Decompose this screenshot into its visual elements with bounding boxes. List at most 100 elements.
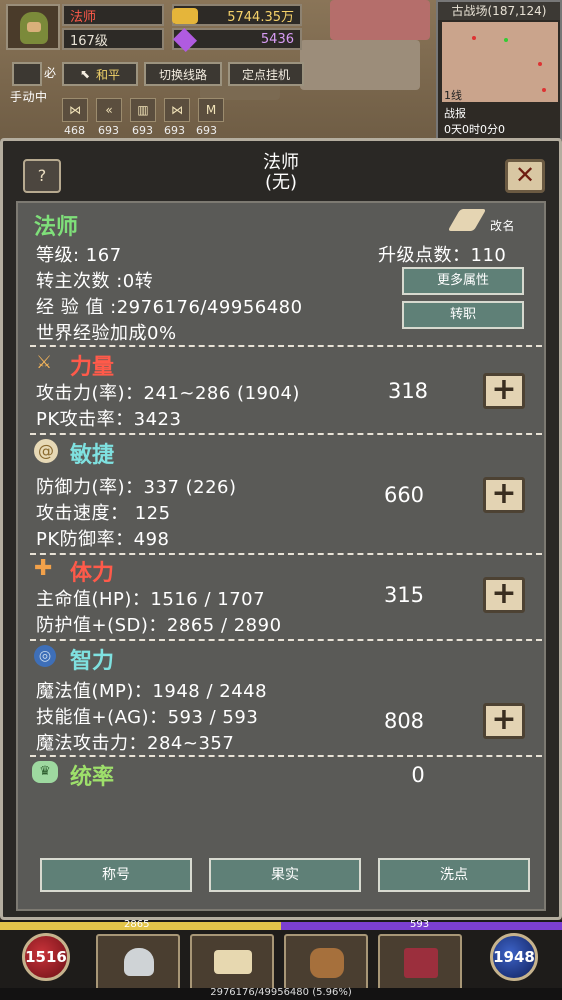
strength-title: 力量 (70, 355, 115, 380)
helmet-icon (124, 948, 154, 976)
divider (30, 345, 542, 347)
sd-bar-value: 2865 (124, 919, 150, 930)
manual-status: 手动中 (10, 90, 48, 104)
book-icon (404, 948, 438, 978)
rebirth-count: 转主次数 :0转 (36, 271, 154, 292)
gem-amount: 5436 (260, 31, 294, 47)
minimap[interactable]: 古战场(187,124) 1线 战报 0天0时0分0 (436, 0, 562, 140)
upgrade-points: 升级点数：110 (378, 245, 507, 266)
mp-stat: 魔法值(MP)：1948 / 2448 (36, 681, 268, 702)
add-intelligence-button[interactable]: + (483, 703, 525, 739)
reset-points-button[interactable]: 洗点 (378, 858, 530, 892)
ag-bar-value: 593 (410, 919, 430, 930)
class-name: 法师 (34, 215, 79, 240)
add-strength-button[interactable]: + (483, 373, 525, 409)
skill-count: 693 (196, 124, 217, 137)
leadership-icon: ♛ (32, 761, 58, 783)
intelligence-value: 808 (383, 709, 425, 733)
player-avatar[interactable] (6, 4, 60, 50)
panel-title: 法师 (无) (13, 153, 549, 193)
ag-stat: 技能值+(AG)：593 / 593 (36, 707, 259, 728)
stamina-value: 315 (383, 583, 425, 607)
heart-icon: ✚ (34, 556, 53, 581)
attack-stat: 攻击力(率)：241~286 (1904) (36, 383, 300, 404)
menu-glyph: 必 (44, 66, 57, 80)
defense-stat: 防御力(率)：337 (226) (36, 477, 237, 498)
character-panel: ? 法师 (无) ✕ 法师 改名 等级: 167 升级点数：110 转主次数 :… (0, 138, 562, 920)
divider (30, 755, 542, 757)
skill-slot-2[interactable]: « (96, 98, 122, 122)
rename-button[interactable]: 改名 (490, 217, 515, 234)
fruit-button[interactable]: 果实 (209, 858, 361, 892)
exp-bar-text: 2976176/49956480 (5.96%) (210, 987, 352, 998)
equipment-slot[interactable] (96, 934, 180, 992)
skill-slot-5[interactable]: Ⅿ (198, 98, 224, 122)
more-attributes-button[interactable]: 更多属性 (402, 267, 524, 295)
switch-line-button[interactable]: 切换线路 (144, 62, 222, 86)
swirl-icon: @ (34, 439, 58, 463)
magic-attack-stat: 魔法攻击力：284~357 (36, 733, 235, 754)
level-line: 等级: 167 (36, 245, 122, 266)
gem-box: 5436 (172, 27, 302, 53)
stats-area: 法师 改名 等级: 167 升级点数：110 转主次数 :0转 经 验 值 :2… (16, 201, 546, 911)
agility-title: 敏捷 (70, 443, 115, 468)
map-marker (538, 62, 542, 66)
panel-header: ? 法师 (无) ✕ (13, 149, 549, 209)
minimap-timer: 0天0时0分0 (438, 122, 560, 138)
cursor-icon: ⬉ (79, 67, 91, 81)
minimap-line: 1线 (444, 89, 462, 102)
magic-icon: ◎ (34, 645, 56, 667)
add-agility-button[interactable]: + (483, 477, 525, 513)
strength-value: 318 (387, 379, 429, 403)
skill-count: 693 (132, 124, 153, 137)
agility-value: 660 (383, 483, 425, 507)
panel-title-sub: (无) (264, 172, 298, 193)
map-marker (472, 36, 476, 40)
battle-report-button[interactable]: 战报 (438, 106, 560, 122)
player-name: 法师 (70, 9, 97, 25)
skill-slot-1[interactable]: ⋈ (62, 98, 88, 122)
skill-slot-3[interactable]: ▥ (130, 98, 156, 122)
gem-icon (172, 27, 198, 53)
player-level: 167级 (70, 33, 108, 49)
attack-speed-stat: 攻击速度： 125 (36, 503, 171, 524)
gold-icon (172, 8, 198, 24)
add-stamina-button[interactable]: + (483, 577, 525, 613)
skill-count: 693 (98, 124, 119, 137)
pk-attack-stat: PK攻击率：3423 (36, 409, 182, 430)
mp-orb: 1948 (490, 933, 538, 981)
sword-icon: ⚔ (36, 352, 53, 373)
menu-toggle-button[interactable] (12, 62, 42, 86)
minimap-title: 古战场(187,124) (438, 2, 560, 20)
world-exp-bonus: 世界经验加成0% (36, 323, 177, 344)
gold-box: 5744.35万 (172, 4, 302, 26)
hp-stat: 主命值(HP)：1516 / 1707 (36, 589, 266, 610)
command-title: 统率 (70, 765, 115, 790)
book-slot[interactable] (378, 934, 462, 992)
player-level-box: 167级 (62, 28, 164, 50)
sd-stat: 防护值+(SD)：2865 / 2890 (36, 615, 282, 636)
panel-title-name: 法师 (263, 152, 299, 173)
command-value: 0 (411, 763, 425, 787)
title-button[interactable]: 称号 (40, 858, 192, 892)
pencil-icon[interactable] (447, 209, 487, 231)
scroll-icon (214, 950, 252, 974)
stamina-title: 体力 (70, 561, 115, 586)
intelligence-title: 智力 (70, 649, 115, 674)
gold-amount: 5744.35万 (227, 9, 294, 25)
skills-slot[interactable] (190, 934, 274, 992)
bag-slot[interactable] (284, 934, 368, 992)
close-button[interactable]: ✕ (505, 159, 545, 193)
hp-orb: 1516 (22, 933, 70, 981)
auto-hang-button[interactable]: 定点挂机 (228, 62, 304, 86)
divider (30, 433, 542, 435)
exp-value: 经 验 值 :2976176/49956480 (36, 297, 303, 318)
change-job-button[interactable]: 转职 (402, 301, 524, 329)
skill-slot-4[interactable]: ⋈ (164, 98, 190, 122)
player-name-box: 法师 (62, 4, 164, 26)
skill-count: 693 (164, 124, 185, 137)
peace-mode-button[interactable]: ⬉ 和平 (62, 62, 138, 86)
map-marker (504, 38, 508, 42)
skill-count: 468 (64, 124, 85, 137)
pk-defense-stat: PK防御率：498 (36, 529, 170, 550)
